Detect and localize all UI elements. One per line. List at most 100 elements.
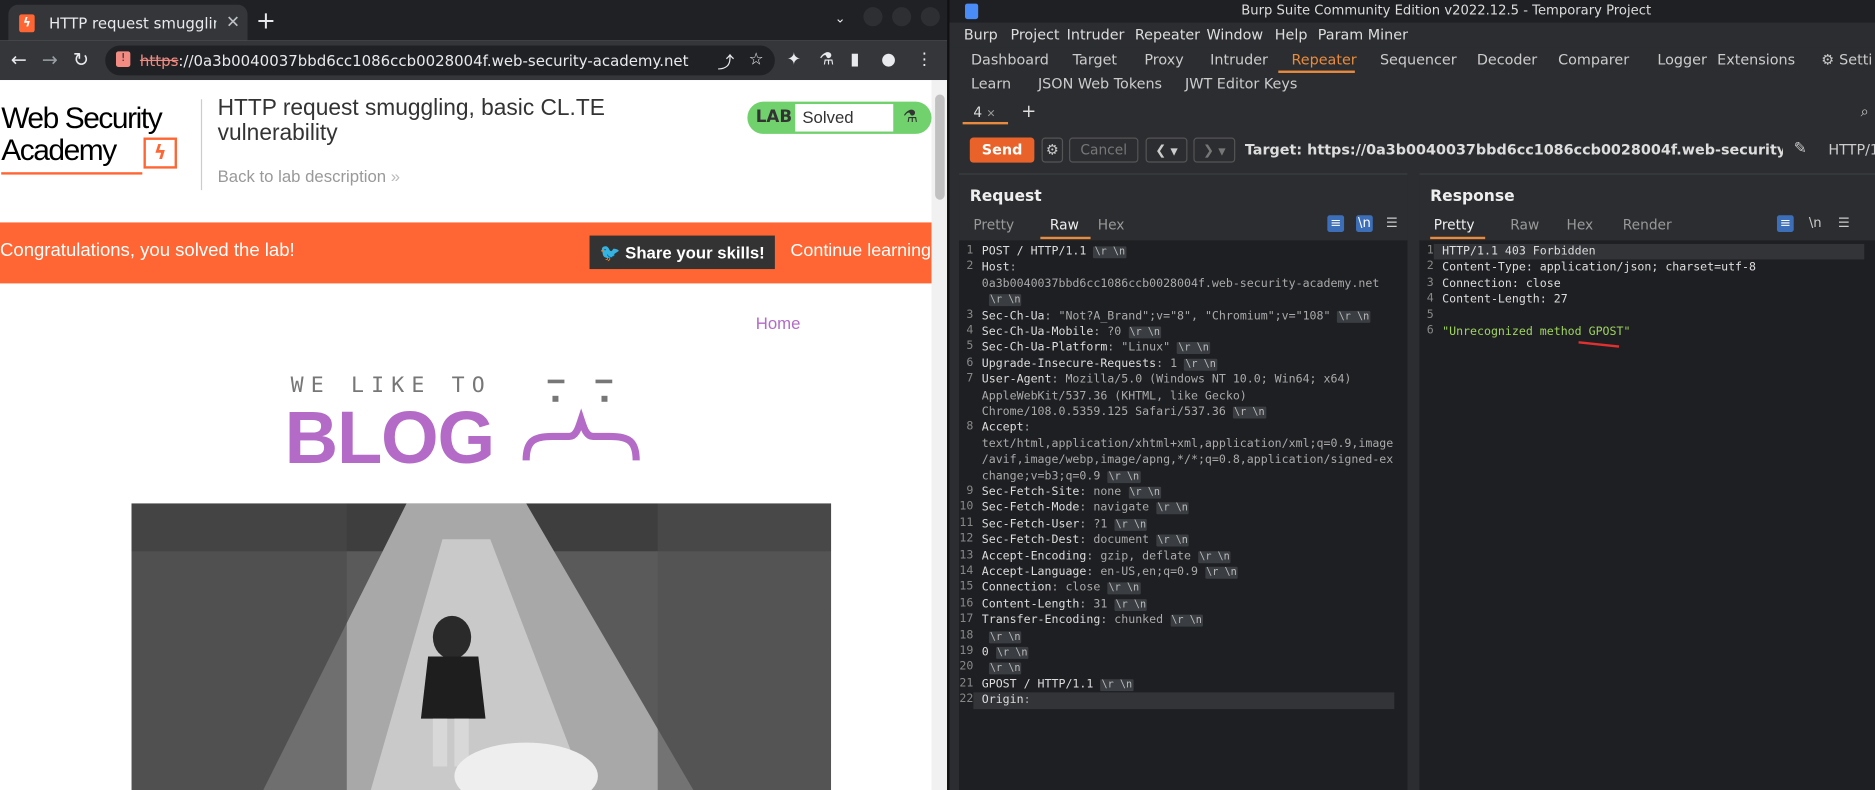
tab-proxy[interactable]: Proxy	[1144, 51, 1183, 68]
response-line: Connection: close	[1442, 277, 1561, 291]
side-panel-icon[interactable]: ▮	[850, 50, 859, 69]
send-button[interactable]: Send	[969, 137, 1035, 163]
bookmark-star-icon[interactable]: ☆	[749, 50, 764, 69]
forward-arrow-icon[interactable]: →	[42, 48, 58, 71]
header-name: Connection	[981, 581, 1052, 595]
tab-dashboard[interactable]: Dashboard	[971, 51, 1049, 68]
header-name: Sec-Fetch-Mode	[981, 501, 1080, 515]
request-editor[interactable]: 1 POST / HTTP/1.1 \r \n 2 Host: 0a3b0040037b…	[959, 240, 1408, 790]
request-view-pretty[interactable]: Pretty	[973, 216, 1014, 233]
logo-line-1: Web Security	[1, 101, 162, 136]
address-bar[interactable]: ! https://0a3b0040037bbd6cc1086ccb002800…	[105, 45, 775, 76]
menu-param-miner[interactable]: Param Miner	[1318, 26, 1408, 43]
scrollbar-thumb[interactable]	[935, 94, 945, 200]
http-version[interactable]: HTTP/1	[1828, 141, 1875, 158]
minimize-window-icon[interactable]	[863, 7, 883, 27]
new-tab-icon[interactable]: +	[256, 7, 276, 33]
newline-toggle-icon[interactable]: \n	[1356, 215, 1373, 232]
red-underline-annotation	[1578, 341, 1620, 348]
logo-line-2: Academy	[1, 133, 117, 168]
tab-comparer[interactable]: Comparer	[1558, 51, 1629, 68]
tab-repeater[interactable]: Repeater	[1291, 51, 1356, 68]
extensions-puzzle-icon[interactable]: ✦	[787, 50, 801, 69]
close-tab-icon[interactable]: ✕	[226, 13, 240, 32]
header-name: Sec-Ch-Ua-Mobile	[981, 325, 1094, 339]
menu-burp[interactable]: Burp	[964, 26, 998, 43]
header-name: POST / HTTP/1.1	[981, 245, 1087, 259]
header-name: Host	[981, 261, 1010, 275]
menu-repeater[interactable]: Repeater	[1135, 26, 1200, 43]
header-name: Upgrade-Insecure-Requests	[981, 357, 1157, 371]
url-host: ://0a3b0040037bbd6cc1086ccb0028004f.web-…	[178, 51, 689, 70]
history-forward-button[interactable]: ❯ ▼	[1193, 137, 1236, 163]
repeater-tab-label: 4	[973, 104, 983, 121]
tab-json-web-tokens[interactable]: JSON Web Tokens	[1038, 75, 1162, 92]
crlf-marker: \r \n	[988, 294, 1022, 307]
edit-pencil-icon[interactable]: ✎	[1794, 140, 1807, 158]
share-skills-button[interactable]: 🐦 Share your skills!	[589, 235, 775, 270]
tab-intruder[interactable]: Intruder	[1210, 51, 1268, 68]
not-secure-icon[interactable]: !	[115, 51, 131, 67]
request-view-raw[interactable]: Raw	[1040, 216, 1091, 240]
menu-icon[interactable]: ☰	[1384, 215, 1401, 232]
crlf-marker: \r \n	[995, 646, 1029, 659]
response-editor[interactable]: 1 HTTP/1.1 403 Forbidden 2 Content-Type: ap…	[1419, 240, 1875, 790]
crlf-marker: \r \n	[1198, 550, 1232, 563]
history-back-button[interactable]: ❮ ▼	[1145, 137, 1188, 163]
close-icon[interactable]: ✕	[987, 109, 996, 121]
gear-icon[interactable]: ⚙	[1041, 137, 1064, 163]
word-wrap-icon[interactable]: ≡	[1327, 215, 1345, 232]
tab-target[interactable]: Target	[1073, 51, 1117, 68]
reload-icon[interactable]: ↻	[73, 48, 89, 71]
tab-sequencer[interactable]: Sequencer	[1380, 51, 1457, 68]
tab-decoder[interactable]: Decoder	[1477, 51, 1537, 68]
burp-menu-bar: Burp Project Intruder Repeater Window He…	[949, 22, 1875, 48]
request-line: /avif,image/webp,image/apng,*/*;q=0.8,ap…	[982, 452, 1394, 468]
menu-intruder[interactable]: Intruder	[1067, 26, 1125, 43]
maximize-window-icon[interactable]	[892, 7, 912, 27]
header-name: 0	[981, 645, 989, 659]
line-number: 16	[959, 596, 974, 610]
tab-settings[interactable]: Setti	[1839, 51, 1872, 68]
word-wrap-icon[interactable]: ≡	[1776, 215, 1794, 232]
add-tab-icon[interactable]: +	[1021, 100, 1036, 122]
menu-help[interactable]: Help	[1275, 26, 1308, 43]
cancel-button[interactable]: Cancel	[1069, 137, 1139, 163]
back-arrow-icon[interactable]: ←	[11, 48, 27, 71]
continue-learning-link[interactable]: Continue learning »	[790, 240, 931, 260]
home-link[interactable]: Home	[756, 313, 801, 332]
newline-toggle-icon[interactable]: \n	[1807, 215, 1824, 232]
chevron-down-icon[interactable]: ⌄	[835, 11, 846, 27]
close-window-icon[interactable]	[920, 7, 940, 27]
back-to-lab-link[interactable]: Back to lab description »	[218, 166, 400, 185]
response-view-render[interactable]: Render	[1623, 216, 1672, 233]
burp-extension-tabs: Learn JSON Web Tokens JWT Editor Keys	[949, 73, 1875, 97]
url-text[interactable]: https://0a3b0040037bbd6cc1086ccb0028004f…	[140, 51, 689, 69]
gear-icon: ⚙	[1821, 51, 1835, 69]
request-view-hex[interactable]: Hex	[1098, 216, 1125, 233]
flask-icon[interactable]: ⚗	[819, 50, 834, 69]
kebab-menu-icon[interactable]: ⋮	[916, 50, 933, 69]
menu-project[interactable]: Project	[1010, 26, 1059, 43]
header-value: : Mozilla/5.0 (Windows NT 10.0; Win64; x…	[1051, 373, 1352, 387]
tab-learn[interactable]: Learn	[971, 75, 1011, 92]
browser-tab[interactable]: ϟ HTTP request smuggling, b ✕	[8, 4, 248, 41]
tab-jwt-editor-keys[interactable]: JWT Editor Keys	[1185, 75, 1297, 92]
response-view-hex[interactable]: Hex	[1566, 216, 1593, 233]
profile-avatar-icon[interactable]: ●	[881, 50, 896, 69]
menu-window[interactable]: Window	[1207, 26, 1264, 43]
share-icon[interactable]: ⤴	[717, 50, 734, 74]
repeater-tab-4[interactable]: 4 ✕	[962, 100, 1009, 125]
request-line: 0a3b0040037bbd6cc1086ccb0028004f.web-sec…	[982, 276, 1380, 292]
response-view-raw[interactable]: Raw	[1510, 216, 1539, 233]
tab-extensions[interactable]: Extensions	[1717, 51, 1795, 68]
menu-icon[interactable]: ☰	[1836, 215, 1853, 232]
page-scrollbar[interactable]	[931, 80, 948, 790]
tab-logger[interactable]: Logger	[1657, 51, 1706, 68]
line-number: 8	[966, 420, 974, 434]
header-value: text/html,application/xhtml+xml,applicat…	[981, 437, 1394, 451]
chevron-right-icon: ❯	[1203, 142, 1215, 158]
response-view-pretty[interactable]: Pretty	[1430, 216, 1486, 240]
search-icon[interactable]: ⌕	[1861, 103, 1869, 121]
blog-post-image[interactable]	[131, 503, 832, 790]
